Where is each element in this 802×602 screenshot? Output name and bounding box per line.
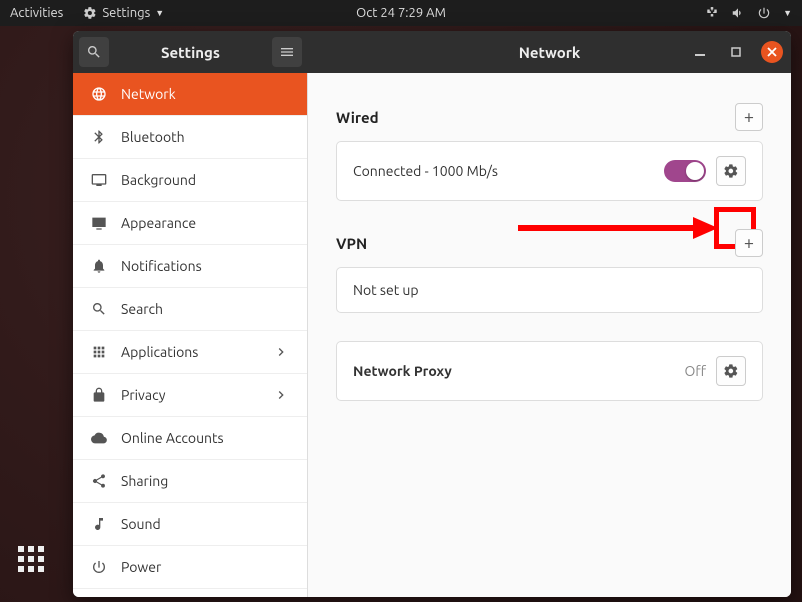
music-icon: [91, 516, 107, 532]
close-icon: [767, 47, 777, 57]
chevron-right-icon: [273, 387, 289, 403]
sidebar-item-label: Applications: [121, 344, 198, 360]
sidebar-item-label: Privacy: [121, 387, 165, 403]
cloud-icon: [91, 430, 107, 446]
sidebar-item-appearance[interactable]: Appearance: [73, 202, 307, 245]
minimize-button[interactable]: [689, 41, 711, 63]
network-icon: [705, 6, 719, 20]
sidebar-item-label: Network: [121, 86, 176, 102]
chevron-right-icon: [273, 344, 289, 360]
power-icon: [757, 6, 771, 20]
chevron-down-icon: ▼: [155, 8, 164, 18]
wired-section-title: Wired: [336, 109, 379, 126]
chevron-down-icon: ▼: [783, 8, 792, 18]
desktop: Settings Network Network Bluetooth Backgro…: [0, 26, 802, 602]
settings-window: Settings Network Network Bluetooth Backgro…: [73, 31, 791, 597]
wired-settings-button[interactable]: [716, 156, 746, 186]
sidebar-title: Settings: [115, 44, 266, 61]
sidebar-item-power[interactable]: Power: [73, 546, 307, 589]
wired-status-label: Connected - 1000 Mb/s: [353, 163, 498, 179]
sidebar-item-applications[interactable]: Applications: [73, 331, 307, 374]
sidebar-item-label: Sharing: [121, 473, 168, 489]
show-applications-button[interactable]: [18, 546, 44, 572]
bluetooth-icon: [91, 129, 107, 145]
clock[interactable]: Oct 24 7:29 AM: [356, 6, 446, 20]
gear-icon: [723, 163, 739, 179]
system-tray[interactable]: ▼: [705, 6, 792, 20]
search-icon: [86, 44, 102, 60]
maximize-icon: [731, 47, 741, 57]
titlebar: Settings Network: [73, 31, 791, 73]
sidebar-item-sharing[interactable]: Sharing: [73, 460, 307, 503]
display-icon: [91, 172, 107, 188]
sidebar-item-label: Background: [121, 172, 196, 188]
sidebar-item-bluetooth[interactable]: Bluetooth: [73, 116, 307, 159]
sidebar-item-label: Sound: [121, 516, 161, 532]
app-menu-label: Settings: [102, 6, 150, 20]
gear-icon: [723, 363, 739, 379]
sidebar-item-background[interactable]: Background: [73, 159, 307, 202]
sidebar-item-privacy[interactable]: Privacy: [73, 374, 307, 417]
lock-icon: [91, 387, 107, 403]
sidebar-item-label: Search: [121, 301, 163, 317]
network-panel: Wired + Connected - 1000 Mb/s: [308, 73, 791, 597]
vpn-status-label: Not set up: [353, 282, 419, 298]
sidebar-item-label: Appearance: [121, 215, 196, 231]
sidebar-item-label: Notifications: [121, 258, 202, 274]
maximize-button[interactable]: [725, 41, 747, 63]
sidebar-item-sound[interactable]: Sound: [73, 503, 307, 546]
sidebar-item-online-accounts[interactable]: Online Accounts: [73, 417, 307, 460]
search-button[interactable]: [79, 37, 109, 67]
activities-button[interactable]: Activities: [10, 6, 63, 20]
settings-icon: [83, 6, 97, 20]
gnome-top-bar: Activities Settings ▼ Oct 24 7:29 AM ▼: [0, 0, 802, 26]
sidebar-item-label: Power: [121, 559, 161, 575]
settings-sidebar[interactable]: Network Bluetooth Background Appearance Noti…: [73, 73, 308, 597]
proxy-settings-button[interactable]: [716, 356, 746, 386]
globe-icon: [91, 86, 107, 102]
add-wired-button[interactable]: +: [735, 103, 763, 131]
hamburger-menu-button[interactable]: [272, 37, 302, 67]
content-title: Network: [519, 44, 581, 61]
vpn-section-title: VPN: [336, 235, 367, 252]
add-vpn-button[interactable]: +: [735, 229, 763, 257]
sidebar-item-label: Bluetooth: [121, 129, 185, 145]
hamburger-icon: [279, 44, 295, 60]
app-menu-button[interactable]: Settings ▼: [83, 6, 164, 20]
search-icon: [91, 301, 107, 317]
share-icon: [91, 473, 107, 489]
apps-icon: [91, 344, 107, 360]
sidebar-item-network[interactable]: Network: [73, 73, 307, 116]
desktop-icon: [91, 215, 107, 231]
sidebar-item-search[interactable]: Search: [73, 288, 307, 331]
close-button[interactable]: [761, 41, 783, 63]
minimize-icon: [695, 47, 705, 57]
power-icon: [91, 559, 107, 575]
proxy-state-label: Off: [684, 363, 706, 379]
wired-toggle[interactable]: [664, 160, 706, 182]
sidebar-item-notifications[interactable]: Notifications: [73, 245, 307, 288]
volume-icon: [731, 6, 745, 20]
proxy-label: Network Proxy: [353, 363, 452, 379]
sidebar-item-label: Online Accounts: [121, 430, 224, 446]
bell-icon: [91, 258, 107, 274]
